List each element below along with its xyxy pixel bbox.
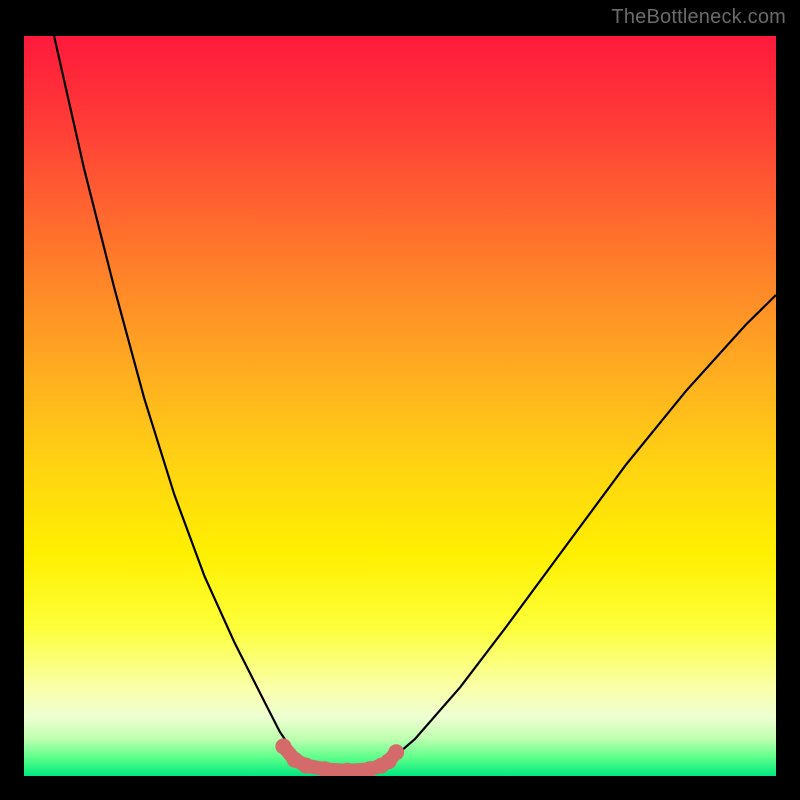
curve-path <box>54 36 776 772</box>
bottom-marker-group <box>275 738 404 776</box>
bottom-marker-dot <box>388 744 404 760</box>
bottom-marker-dot <box>298 758 314 774</box>
plot-area <box>24 36 776 776</box>
chart-frame: TheBottleneck.com <box>0 0 800 800</box>
bottom-marker-dot <box>275 738 291 754</box>
watermark-text: TheBottleneck.com <box>611 6 786 29</box>
bottleneck-curve <box>24 36 776 776</box>
